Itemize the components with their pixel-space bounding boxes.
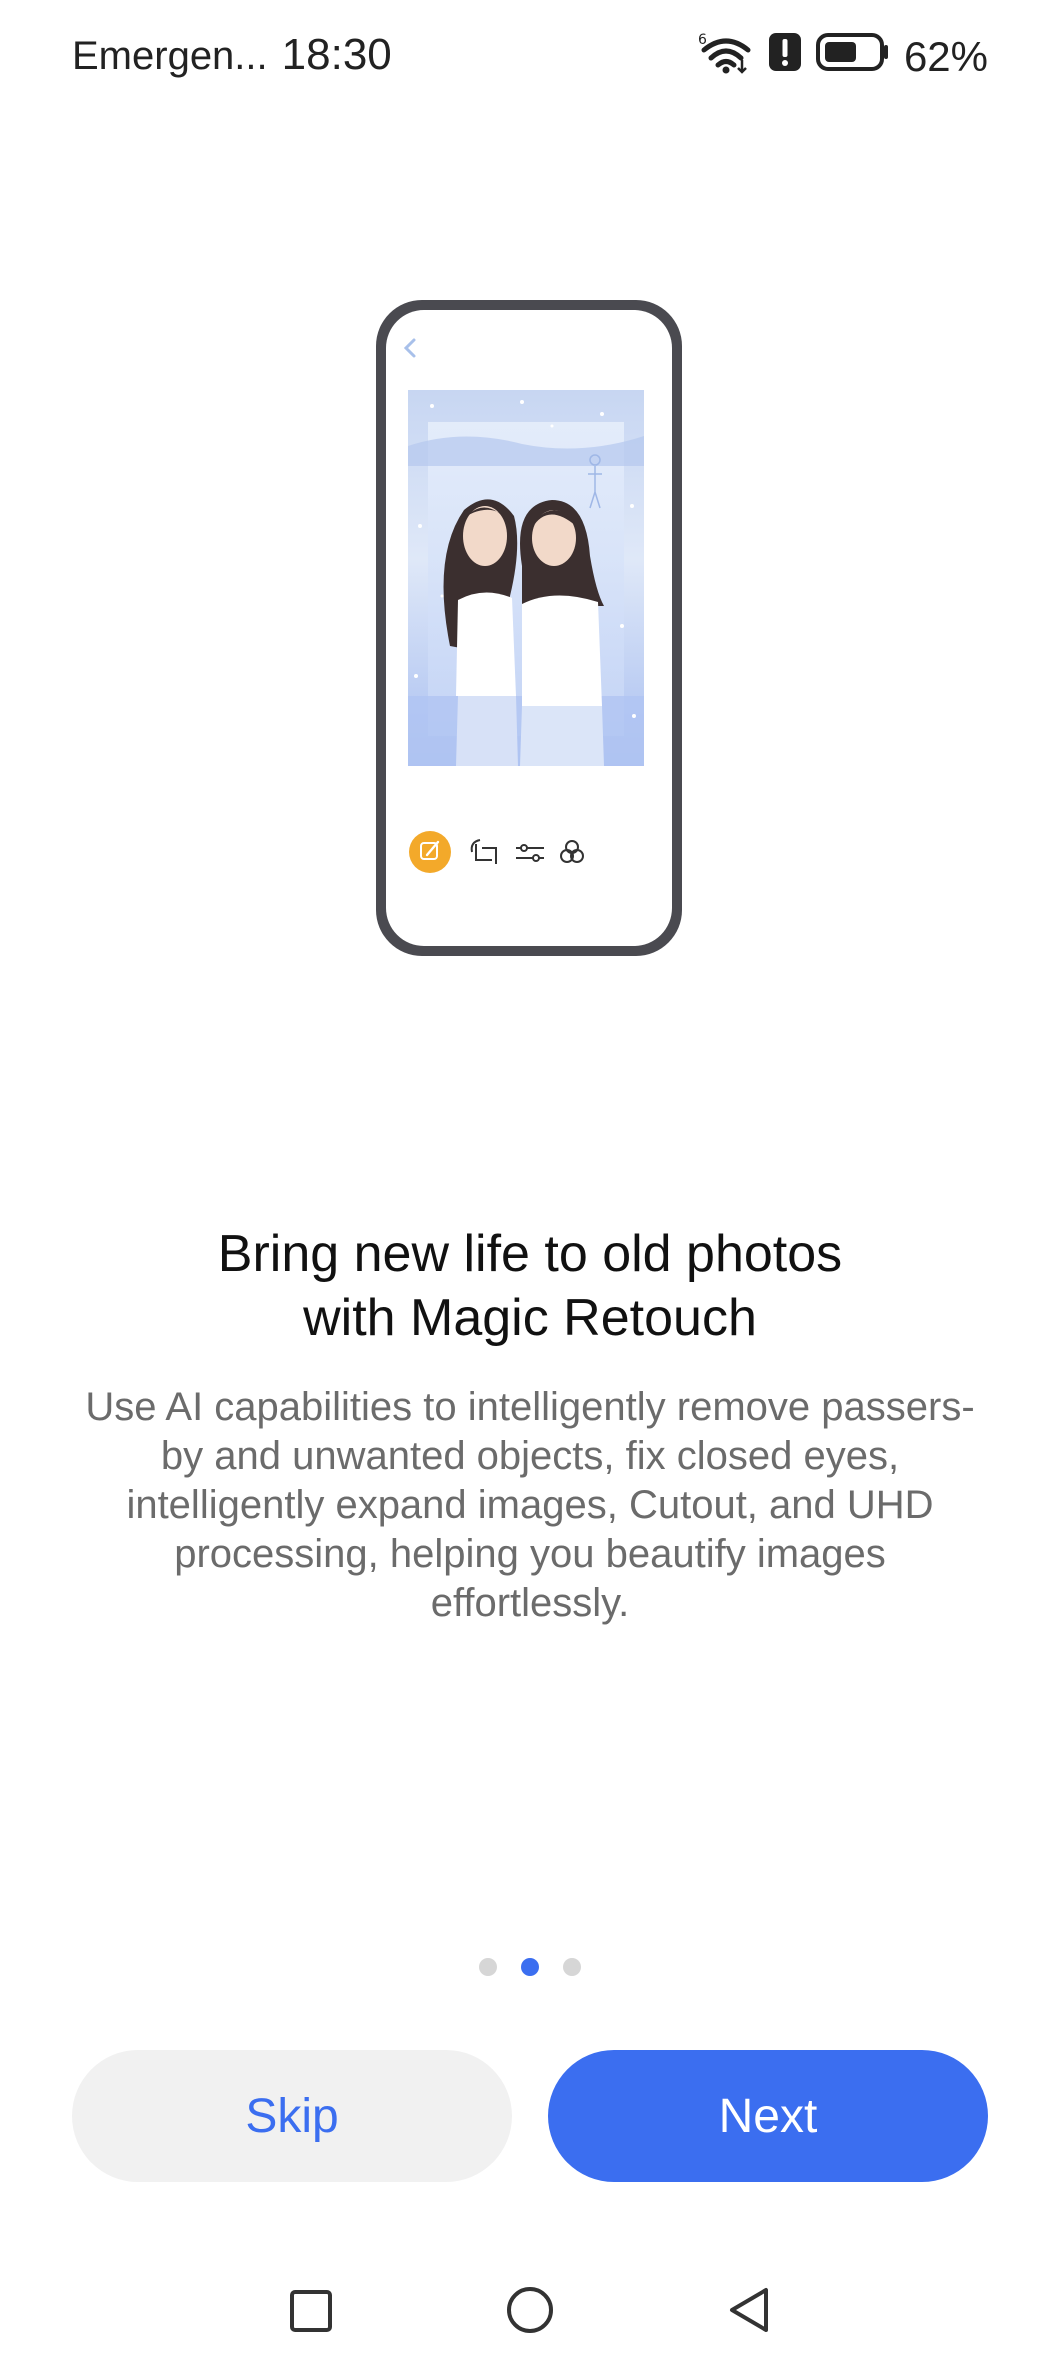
photo-preview: [408, 390, 644, 766]
next-button[interactable]: Next: [548, 2050, 988, 2182]
wifi-6-icon: 6: [698, 30, 754, 84]
recents-square-icon[interactable]: [270, 2270, 350, 2350]
page-dot-active: [521, 1958, 539, 1976]
back-triangle-icon[interactable]: [710, 2270, 790, 2350]
onboarding-description: Use AI capabilities to intelligently rem…: [85, 1385, 975, 1625]
skip-button[interactable]: Skip: [72, 2050, 512, 2182]
system-navigation-bar: [0, 2270, 1060, 2360]
page-indicator: [0, 1958, 1060, 1976]
headline-line-1: Bring new life to old photos: [217, 1225, 843, 1283]
status-right: 6 62%: [698, 30, 988, 84]
clock: 18:30: [281, 30, 392, 79]
onboarding-headline: Bring new life to old photos with Magic …: [60, 1222, 1000, 1350]
page-dot: [479, 1958, 497, 1976]
home-circle-icon[interactable]: [490, 2270, 570, 2350]
alert-icon: [768, 32, 802, 82]
magic-edit-icon: [409, 831, 451, 873]
battery-icon: [815, 32, 890, 82]
carrier-label: Emergen...: [72, 34, 268, 78]
page-dot: [563, 1958, 581, 1976]
phone-illustration: [372, 296, 686, 960]
status-bar: Emergen... 18:30 6 62%: [0, 0, 1060, 110]
headline-line-2: with Magic Retouch: [303, 1289, 757, 1347]
svg-text:6: 6: [698, 32, 707, 48]
status-left: Emergen... 18:30: [72, 30, 392, 80]
battery-percent: 62%: [903, 33, 988, 80]
